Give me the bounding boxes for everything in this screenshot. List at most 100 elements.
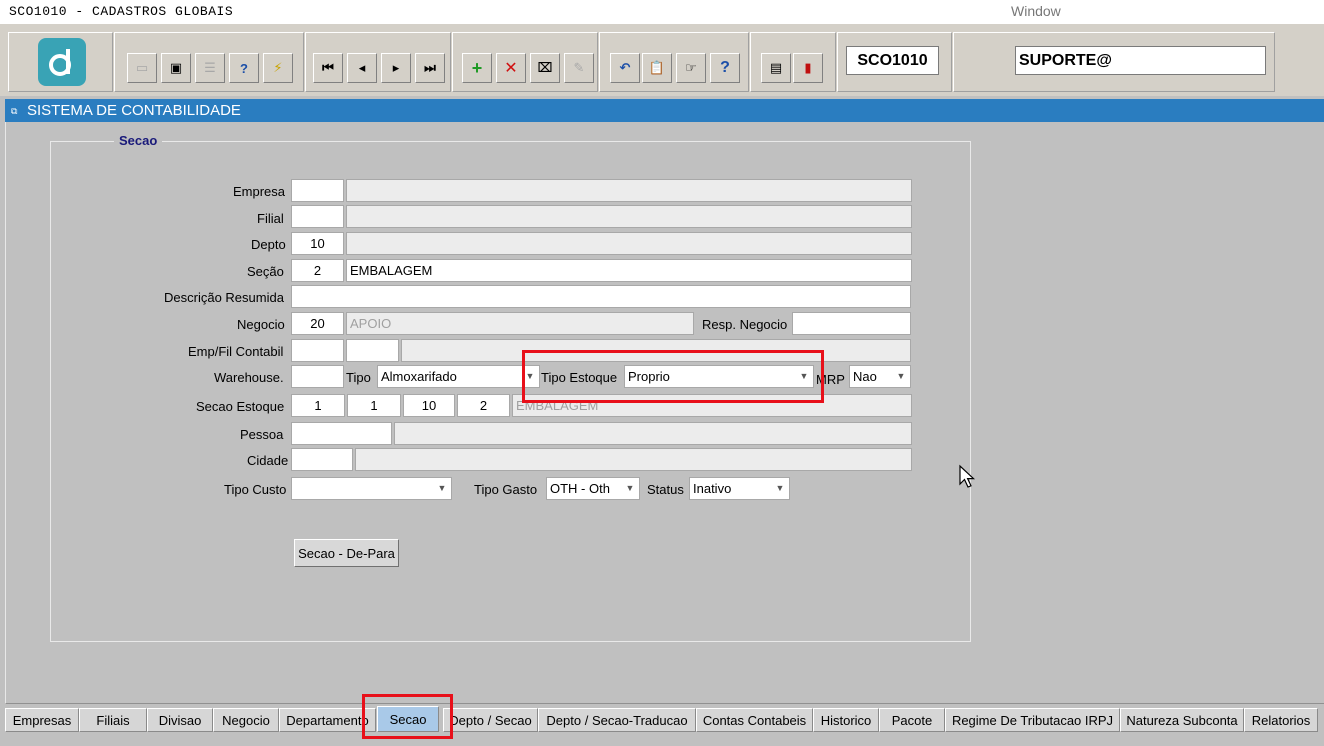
tab-contas-contabeis[interactable]: Contas Contabeis — [696, 708, 813, 732]
pessoa-code-field[interactable] — [291, 422, 392, 445]
mrp-select-value: Nao — [853, 369, 877, 384]
exit-icon[interactable]: ▮ — [793, 53, 823, 83]
mrp-select[interactable]: Nao ▼ — [849, 365, 911, 388]
status-select[interactable]: Inativo ▼ — [689, 477, 790, 500]
tab-divisao[interactable]: Divisao — [147, 708, 213, 732]
help-icon[interactable]: ? — [710, 53, 740, 83]
toolbar-group-misc: ↶ 📋 ☞ ? — [599, 32, 749, 92]
secao-depara-button[interactable]: Secao - De-Para — [294, 539, 399, 567]
toolbar-group-app: ▤ ▮ — [750, 32, 836, 92]
filial-code-field[interactable] — [291, 205, 344, 228]
list-icon[interactable]: ☞ — [676, 53, 706, 83]
print-icon[interactable]: ☰ — [195, 53, 225, 83]
clear-icon[interactable]: ⌧ — [530, 53, 560, 83]
filial-name-field[interactable] — [346, 205, 912, 228]
negocio-code-field[interactable]: 20 — [291, 312, 344, 335]
tab-negocio[interactable]: Negocio — [213, 708, 279, 732]
tab-filiais[interactable]: Filiais — [79, 708, 147, 732]
user-name: SUPORTE@ — [1015, 46, 1266, 75]
undo-icon[interactable]: ↶ — [610, 53, 640, 83]
secao-name-field[interactable]: EMBALAGEM — [346, 259, 912, 282]
toolbar-group-nav: ⏮ ◂ ▸ ⏭ — [305, 32, 451, 92]
label-filial: Filial — [257, 211, 284, 226]
toolbar-group-edit: ▭ ▣ ☰ ? ⚡ — [114, 32, 304, 92]
empresa-name-field[interactable] — [346, 179, 912, 202]
label-emp-fil-contabil: Emp/Fil Contabil — [188, 344, 284, 359]
secao-estoque-filial-field[interactable]: 1 — [347, 394, 401, 417]
chevron-down-icon[interactable]: ▼ — [773, 481, 787, 496]
label-negocio: Negocio — [237, 317, 285, 332]
descricao-field[interactable] — [291, 285, 911, 308]
cidade-name-field[interactable] — [355, 448, 912, 471]
tipo-select-value: Almoxarifado — [381, 369, 457, 384]
tab-regime-tributacao[interactable]: Regime De Tributacao IRPJ — [945, 708, 1120, 732]
tab-relatorios[interactable]: Relatorios — [1244, 708, 1318, 732]
window-header-icon[interactable]: ⧉ — [11, 106, 21, 116]
toolbar: ▭ ▣ ☰ ? ⚡ ⏮ ◂ ▸ ⏭ + ✕ ⌧ ✎ ↶ 📋 ☞ ? ▤ ▮ SC… — [0, 24, 1324, 96]
pessoa-name-field[interactable] — [394, 422, 912, 445]
logo — [38, 38, 86, 86]
secao-estoque-empresa-field[interactable]: 1 — [291, 394, 345, 417]
chevron-down-icon[interactable]: ▼ — [894, 369, 908, 384]
label-descricao: Descrição Resumida — [164, 290, 284, 305]
tipo-gasto-select[interactable]: OTH - Oth ▼ — [546, 477, 640, 500]
form-code: SCO1010 — [846, 46, 939, 75]
tab-depto-secao-traducao[interactable]: Depto / Secao-Traducao — [538, 708, 696, 732]
warehouse-field[interactable] — [291, 365, 344, 388]
label-pessoa: Pessoa — [240, 427, 284, 442]
last-record-icon[interactable]: ⏭ — [415, 53, 445, 83]
tab-depto-secao[interactable]: Depto / Secao — [443, 708, 538, 732]
chevron-down-icon[interactable]: ▼ — [435, 481, 449, 496]
execute-icon[interactable]: ⚡ — [263, 53, 293, 83]
title-bar: SCO1010 - CADASTROS GLOBAIS Window — [0, 0, 1324, 24]
highlight-tipo-estoque — [522, 350, 824, 403]
fil-contabil-field[interactable] — [346, 339, 399, 362]
secao-code-field[interactable]: 2 — [291, 259, 344, 282]
tipo-select[interactable]: Almoxarifado ▼ — [377, 365, 540, 388]
tab-pacote[interactable]: Pacote — [879, 708, 945, 732]
next-record-icon[interactable]: ▸ — [381, 53, 411, 83]
secao-estoque-secao-field[interactable]: 2 — [457, 394, 510, 417]
clipboard-icon[interactable]: 📋 — [642, 53, 672, 83]
negocio-name-field[interactable]: APOIO — [346, 312, 694, 335]
tipo-gasto-select-value: OTH - Oth — [550, 481, 610, 496]
mouse-cursor-icon — [959, 464, 976, 488]
delete-record-icon[interactable]: ✕ — [496, 53, 526, 83]
emp-contabil-field[interactable] — [291, 339, 344, 362]
prev-record-icon[interactable]: ◂ — [347, 53, 377, 83]
label-tipo: Tipo — [346, 370, 371, 385]
disabled-tool-icon[interactable]: ✎ — [564, 53, 594, 83]
label-tipo-custo: Tipo Custo — [224, 482, 287, 497]
status-select-value: Inativo — [693, 481, 732, 496]
label-tipo-gasto: Tipo Gasto — [474, 482, 538, 497]
chevron-down-icon[interactable]: ▼ — [623, 481, 637, 496]
depto-name-field[interactable] — [346, 232, 912, 255]
tab-natureza-subconta[interactable]: Natureza Subconta — [1120, 708, 1244, 732]
logo-icon — [49, 49, 71, 76]
label-cidade: Cidade — [247, 453, 289, 468]
window-icon[interactable]: ▣ — [161, 53, 191, 83]
label-depto: Depto — [251, 237, 286, 252]
save-icon[interactable]: ▭ — [127, 53, 157, 83]
menu-window[interactable]: Window — [1011, 3, 1061, 19]
menu-icon[interactable]: ▤ — [761, 53, 791, 83]
resp-negocio-field[interactable] — [792, 312, 911, 335]
label-status: Status — [647, 482, 684, 497]
toolbar-group-record: + ✕ ⌧ ✎ — [452, 32, 598, 92]
tab-bar: Empresas Filiais Divisao Negocio Departa… — [0, 704, 1324, 746]
label-empresa: Empresa — [233, 184, 286, 199]
secao-estoque-depto-field[interactable]: 10 — [403, 394, 455, 417]
label-secao: Seção — [247, 264, 284, 279]
window-header: ⧉ SISTEMA DE CONTABILIDADE — [5, 99, 1324, 122]
first-record-icon[interactable]: ⏮ — [313, 53, 343, 83]
insert-record-icon[interactable]: + — [462, 53, 492, 83]
tipo-custo-select[interactable]: ▼ — [291, 477, 452, 500]
tab-empresas[interactable]: Empresas — [5, 708, 79, 732]
cidade-code-field[interactable] — [291, 448, 353, 471]
tab-historico[interactable]: Historico — [813, 708, 879, 732]
query-icon[interactable]: ? — [229, 53, 259, 83]
empresa-code-field[interactable] — [291, 179, 344, 202]
window-title: SISTEMA DE CONTABILIDADE — [27, 102, 241, 119]
label-secao-estoque: Secao Estoque — [196, 399, 285, 414]
depto-code-field[interactable]: 10 — [291, 232, 344, 255]
